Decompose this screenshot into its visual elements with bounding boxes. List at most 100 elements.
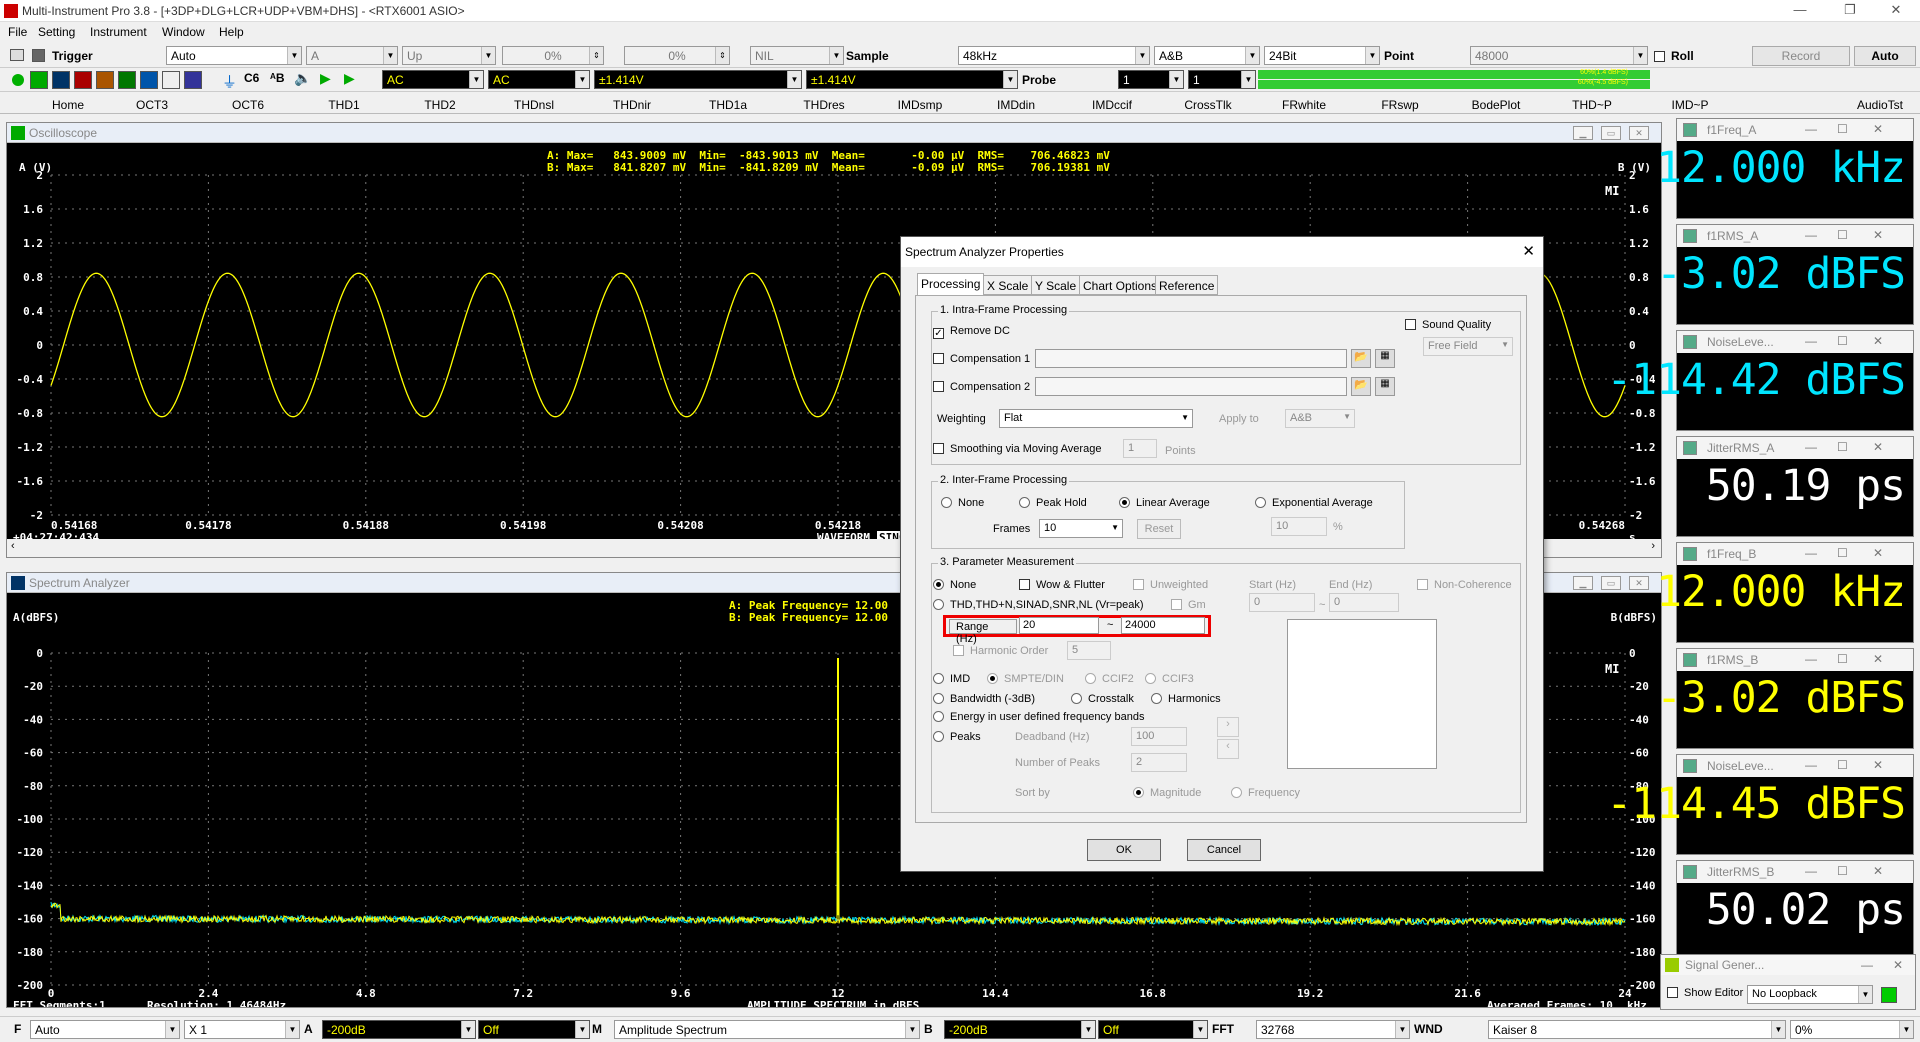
tab-thd2[interactable]: THD2 [412, 98, 468, 112]
sound-quality-checkbox[interactable]: Sound Quality [1405, 319, 1491, 331]
trigger-channel-select[interactable]: A ▼ [306, 46, 398, 65]
maximize-icon[interactable]: ☐ [1837, 758, 1848, 772]
dds-icon[interactable] [140, 71, 158, 89]
table-edit-icon[interactable]: ▦ [1375, 349, 1395, 368]
thd-radio[interactable]: THD,THD+N,SINAD,SNR,NL (Vr=peak) [933, 599, 1144, 611]
tab-x-scale[interactable]: X Scale [983, 275, 1033, 295]
minimize-icon[interactable]: — [1805, 440, 1817, 454]
energy-bands-radio[interactable]: Energy in user defined frequency bands [933, 711, 1144, 723]
maximize-icon[interactable]: ☐ [1837, 652, 1848, 666]
generator-icon[interactable] [118, 71, 136, 89]
wow-flutter-checkbox[interactable]: Wow & Flutter [1019, 579, 1105, 591]
unweighted-checkbox[interactable]: Unweighted [1133, 579, 1208, 591]
meter-7[interactable]: JitterRMS_B — ☐ ✕ 50.02 ps [1676, 860, 1914, 961]
trigger-edge-select[interactable]: Up ▼ [402, 46, 496, 65]
tab-thd-p[interactable]: THD~P [1562, 98, 1622, 112]
minimize-icon[interactable]: — [1805, 334, 1817, 348]
tab-imdsmp[interactable]: IMDsmp [890, 98, 950, 112]
minimize-icon[interactable]: — [1805, 652, 1817, 666]
trigger-delay-spinner[interactable]: 0% ⇕ [624, 46, 730, 65]
harmonics-radio[interactable]: Harmonics [1151, 693, 1221, 705]
run-icon[interactable] [12, 74, 24, 86]
ccif2-radio[interactable]: CCIF2 [1085, 673, 1134, 685]
crosstalk-radio[interactable]: Crosstalk [1071, 693, 1134, 705]
probe-b-select[interactable]: 1 ▼ [1188, 70, 1256, 89]
meter-1[interactable]: f1RMS_A — ☐ ✕ -3.02 dBFS [1656, 224, 1914, 325]
harmonic-order-checkbox[interactable]: Harmonic Order [953, 645, 1048, 657]
close-icon[interactable]: ✕ [1522, 242, 1535, 260]
minimize-icon[interactable]: — [1805, 864, 1817, 878]
b-min-select[interactable]: -200dB ▼ [944, 1020, 1096, 1039]
close-icon[interactable]: ✕ [1873, 122, 1883, 136]
save-icon[interactable] [32, 49, 45, 62]
show-editor-checkbox[interactable]: Show Editor [1667, 987, 1743, 999]
coupling-a-select[interactable]: AC ▼ [382, 70, 484, 89]
imd-radio[interactable]: IMD [933, 673, 970, 685]
gm-checkbox[interactable]: Gm [1171, 599, 1206, 611]
close-icon[interactable]: ✕ [1873, 758, 1883, 772]
minimize-icon[interactable]: — [1861, 958, 1873, 972]
tab-audiotst[interactable]: AudioTst [1848, 98, 1912, 112]
apply-to-select[interactable]: A&B ▼ [1285, 409, 1355, 428]
tab-thdnir[interactable]: THDnir [604, 98, 660, 112]
play-icon[interactable]: ▶ [320, 70, 331, 87]
multimeter-icon[interactable] [74, 71, 92, 89]
coupling-b-select[interactable]: AC ▼ [488, 70, 590, 89]
close-icon[interactable]: ✕ [1893, 958, 1903, 972]
compensation1-checkbox[interactable]: Compensation 1 [933, 353, 1030, 365]
printer-icon[interactable] [10, 49, 24, 61]
trigger-level-spinner[interactable]: 0% ⇕ [502, 46, 604, 65]
tab-processing[interactable]: Processing [917, 273, 985, 295]
generator-run-icon[interactable] [1881, 987, 1897, 1003]
meter-6[interactable]: NoiseLeve... — ☐ ✕ -114.45 dBFS [1606, 754, 1914, 855]
maximize-icon[interactable]: ☐ [1837, 864, 1848, 878]
minimize-icon[interactable]: — [1805, 122, 1817, 136]
open-folder-icon[interactable]: 📂 [1351, 349, 1371, 368]
weighting-select[interactable]: Flat ▼ [999, 409, 1193, 428]
maximize-icon[interactable]: ▭ [1601, 576, 1621, 590]
window-function-select[interactable]: Kaiser 8 ▼ [1488, 1020, 1786, 1039]
frequency-scale-select[interactable]: Auto ▼ [30, 1020, 180, 1039]
probe-a-select[interactable]: 1 ▼ [1118, 70, 1184, 89]
overlap-select[interactable]: 0% ▼ [1790, 1020, 1914, 1039]
fft-size-select[interactable]: 32768 ▼ [1256, 1020, 1410, 1039]
spectrogram-icon[interactable] [96, 71, 114, 89]
minimize-icon[interactable]: — [1805, 758, 1817, 772]
tab-frwhite[interactable]: FRwhite [1274, 98, 1334, 112]
move-left-icon[interactable]: ‹ [1217, 739, 1239, 759]
range-from-input[interactable]: 20 [1019, 617, 1099, 634]
speaker-icon[interactable]: 🔈 [294, 70, 311, 87]
tab-thdnsl[interactable]: THDnsl [506, 98, 562, 112]
exp-average-percent-input[interactable]: 10 [1271, 517, 1327, 536]
linear-average-radio[interactable]: Linear Average [1119, 497, 1210, 509]
close-icon[interactable]: ✕ [1873, 334, 1883, 348]
meter-2[interactable]: NoiseLeve... — ☐ ✕ -114.42 dBFS [1606, 330, 1914, 431]
range-to-input[interactable]: 24000 [1121, 617, 1205, 634]
non-coherence-checkbox[interactable]: Non-Coherence [1417, 579, 1512, 591]
compensation2-path[interactable] [1035, 377, 1347, 396]
frames-select[interactable]: 10 ▼ [1039, 519, 1123, 538]
results-list[interactable] [1287, 619, 1437, 769]
minimize-icon[interactable]: ▁ [1573, 126, 1593, 140]
a-off-select[interactable]: Off ▼ [478, 1020, 590, 1039]
menu-setting[interactable]: Setting [38, 25, 75, 39]
tab-imd-p[interactable]: IMD~P [1660, 98, 1720, 112]
channels-select[interactable]: A&B ▼ [1154, 46, 1260, 65]
close-icon[interactable]: ✕ [1873, 864, 1883, 878]
scroll-left-icon[interactable]: ‹ [11, 540, 15, 552]
tab-oct3[interactable]: OCT3 [124, 98, 180, 112]
scroll-right-icon[interactable]: › [1651, 540, 1655, 552]
peaks-radio[interactable]: Peaks [933, 731, 981, 743]
points-select[interactable]: 48000 ▼ [1470, 46, 1648, 65]
lcr-icon[interactable] [184, 71, 202, 89]
maximize-icon[interactable]: ☐ [1837, 546, 1848, 560]
smoothing-checkbox[interactable]: Smoothing via Moving Average [933, 443, 1101, 455]
open-folder-icon[interactable]: 📂 [1351, 377, 1371, 396]
sample-rate-select[interactable]: 48kHz ▼ [958, 46, 1150, 65]
auto-button[interactable]: Auto [1854, 46, 1916, 66]
bit-icon[interactable]: ᴬB [270, 71, 285, 85]
tab-crosstlk[interactable]: CrossTlk [1178, 98, 1238, 112]
sort-magnitude-radio[interactable]: Magnitude [1133, 787, 1201, 799]
harmonic-order-input[interactable]: 5 [1067, 641, 1111, 660]
tab-oct6[interactable]: OCT6 [220, 98, 276, 112]
